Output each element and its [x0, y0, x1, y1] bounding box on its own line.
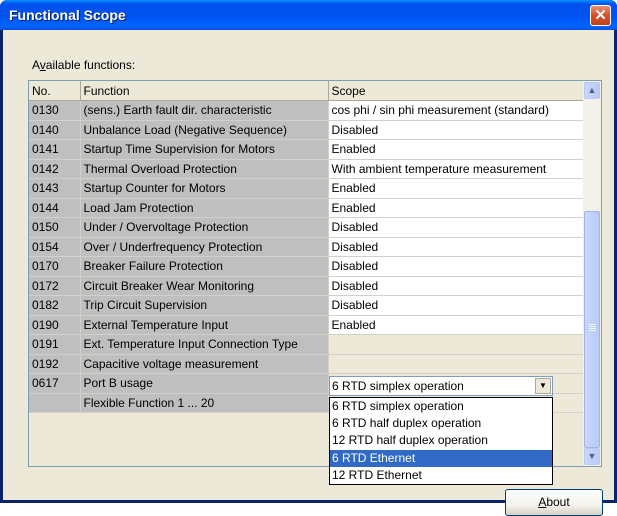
table-row[interactable]: 0191 Ext. Temperature Input Connection Ty…: [29, 334, 584, 355]
vertical-scrollbar[interactable]: ▲ ▼: [583, 81, 601, 466]
combobox-value: 6 RTD simplex operation: [332, 379, 464, 393]
chevron-down-icon: ▼: [539, 381, 547, 390]
table-row[interactable]: 0141 Startup Time Supervision for Motors E…: [29, 139, 584, 160]
table-row[interactable]: 0192 Capacitive voltage measurement: [29, 354, 584, 374]
cell-number: 0142: [29, 159, 81, 179]
cell-number: 0143: [29, 178, 81, 199]
scope-combobox[interactable]: 6 RTD simplex operation ▼: [329, 376, 553, 396]
cell-scope[interactable]: [328, 334, 584, 355]
cell-function: Capacitive voltage measurement: [80, 354, 329, 374]
arrow-down-icon: ▼: [587, 451, 597, 461]
table-row[interactable]: 0130 (sens.) Earth fault dir. characteris…: [29, 100, 584, 121]
cell-number: 0182: [29, 295, 81, 316]
cell-function: Over / Underfrequency Protection: [80, 237, 329, 257]
cell-scope[interactable]: Disabled: [328, 237, 584, 257]
cell-function: Under / Overvoltage Protection: [80, 217, 329, 238]
table-header-row: No. Function Scope: [29, 81, 584, 101]
table-row[interactable]: 0154 Over / Underfrequency Protection Disa…: [29, 237, 584, 257]
dropdown-option[interactable]: 6 RTD half duplex operation: [330, 415, 552, 432]
arrow-up-icon: ▲: [587, 85, 597, 95]
scroll-up-button[interactable]: ▲: [584, 82, 600, 99]
dropdown-option[interactable]: 12 RTD half duplex operation: [330, 432, 552, 449]
table-row[interactable]: 0140 Unbalance Load (Negative Sequence) Di…: [29, 120, 584, 140]
cell-number: 0170: [29, 256, 81, 277]
cell-number: 0130: [29, 100, 81, 121]
cell-function: Flexible Function 1 ... 20: [80, 393, 329, 413]
grip-line: [589, 330, 596, 331]
dialog-client-area: Available functions: No. Function Scope …: [3, 30, 614, 516]
cell-scope[interactable]: Disabled: [328, 120, 584, 140]
cell-number: 0190: [29, 315, 81, 335]
cell-function: Port B usage: [80, 373, 329, 394]
cell-scope[interactable]: [328, 354, 584, 374]
cell-scope[interactable]: Disabled: [328, 276, 584, 296]
column-header-no[interactable]: No.: [29, 81, 81, 101]
cell-number: 0617: [29, 373, 81, 394]
cell-function: (sens.) Earth fault dir. characteristic: [80, 100, 329, 121]
cell-number: 0191: [29, 334, 81, 355]
table-row[interactable]: 0190 External Temperature Input Enabled: [29, 315, 584, 335]
cell-scope[interactable]: Disabled: [328, 256, 584, 277]
combobox-dropdown-button[interactable]: ▼: [535, 378, 551, 394]
functional-scope-window: Functional Scope ✕ Available functions: …: [0, 0, 617, 516]
cell-function: Load Jam Protection: [80, 198, 329, 218]
title-bar[interactable]: Functional Scope ✕: [0, 0, 617, 30]
cell-scope[interactable]: cos phi / sin phi measurement (standard): [328, 100, 584, 121]
dropdown-option[interactable]: 12 RTD Ethernet: [330, 467, 552, 484]
grip-line: [589, 324, 596, 325]
cell-function: Unbalance Load (Negative Sequence): [80, 120, 329, 140]
scroll-thumb[interactable]: [584, 211, 600, 448]
cell-scope[interactable]: With ambient temperature measurement: [328, 159, 584, 179]
cell-scope[interactable]: Enabled: [328, 178, 584, 199]
table-row[interactable]: 0143 Startup Counter for Motors Enabled: [29, 178, 584, 199]
available-functions-label: Available functions:: [32, 58, 136, 72]
cell-function: Startup Time Supervision for Motors: [80, 139, 329, 160]
cell-number: 0140: [29, 120, 81, 140]
about-button-label: About: [538, 495, 570, 509]
cell-number: 0172: [29, 276, 81, 296]
cell-scope[interactable]: Enabled: [328, 139, 584, 160]
scroll-down-button[interactable]: ▼: [584, 448, 600, 465]
close-button[interactable]: ✕: [590, 5, 611, 26]
grip-line: [589, 328, 596, 329]
table-row[interactable]: 0170 Breaker Failure Protection Disabled: [29, 256, 584, 277]
cell-number: 0141: [29, 139, 81, 160]
cell-function: Trip Circuit Supervision: [80, 295, 329, 316]
table-row[interactable]: 0182 Trip Circuit Supervision Disabled: [29, 295, 584, 316]
close-icon: ✕: [594, 7, 607, 24]
cell-function: Startup Counter for Motors: [80, 178, 329, 199]
cell-number: 0144: [29, 198, 81, 218]
cell-function: Breaker Failure Protection: [80, 256, 329, 277]
window-title: Functional Scope: [9, 7, 126, 23]
cell-scope[interactable]: Enabled: [328, 315, 584, 335]
table-row[interactable]: 0144 Load Jam Protection Enabled: [29, 198, 584, 218]
cell-function: Circuit Breaker Wear Monitoring: [80, 276, 329, 296]
scope-dropdown-list: 6 RTD simplex operation 6 RTD half duplex…: [329, 397, 553, 485]
cell-function: Thermal Overload Protection: [80, 159, 329, 179]
column-header-scope[interactable]: Scope: [328, 81, 584, 101]
table-row[interactable]: 0172 Circuit Breaker Wear Monitoring Disab…: [29, 276, 584, 296]
functions-table: No. Function Scope 0130 (sens.) Earth fau…: [29, 81, 584, 413]
column-header-function[interactable]: Function: [80, 81, 329, 101]
cell-function: Ext. Temperature Input Connection Type: [80, 334, 329, 355]
table-row[interactable]: 0142 Thermal Overload Protection With ambi…: [29, 159, 584, 179]
cell-number: 0192: [29, 354, 81, 374]
cell-number: 0154: [29, 237, 81, 257]
dropdown-option[interactable]: 6 RTD Ethernet: [330, 449, 552, 467]
cell-scope[interactable]: Enabled: [328, 198, 584, 218]
cell-number: 0150: [29, 217, 81, 238]
table-row[interactable]: 0150 Under / Overvoltage Protection Disabl…: [29, 217, 584, 238]
grip-line: [589, 326, 596, 327]
cell-function: External Temperature Input: [80, 315, 329, 335]
cell-number: [29, 393, 81, 413]
cell-scope[interactable]: Disabled: [328, 217, 584, 238]
cell-scope[interactable]: Disabled: [328, 295, 584, 316]
dropdown-option[interactable]: 6 RTD simplex operation: [330, 398, 552, 415]
